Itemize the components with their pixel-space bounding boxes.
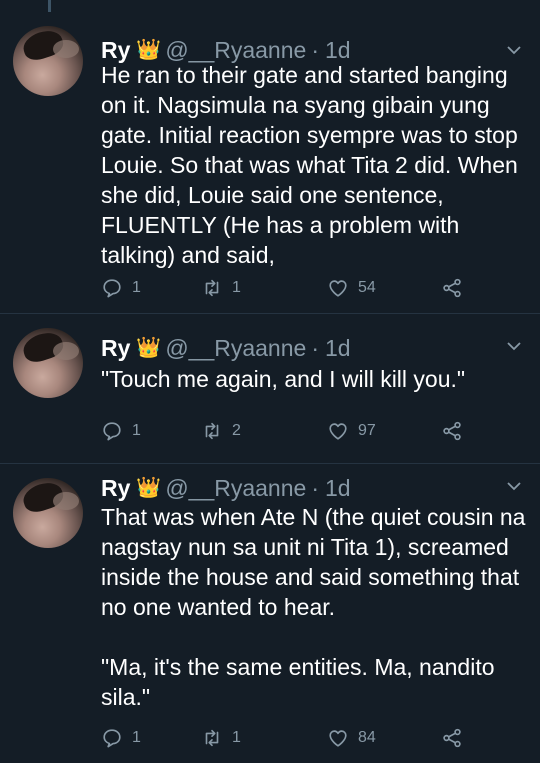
tweet-actions: 1 1 84 [101, 725, 481, 751]
share-button[interactable] [441, 727, 472, 749]
separator-dot: · [311, 335, 319, 361]
tweet-header: Ry 👑 @__Ryaanne · 1d [101, 334, 351, 362]
retweet-button[interactable]: 1 [201, 727, 241, 749]
retweet-icon [205, 279, 219, 297]
reply-icon [103, 422, 121, 441]
chevron-down-icon[interactable] [504, 40, 524, 60]
like-count: 97 [358, 422, 376, 439]
tweet-actions: 1 1 54 [101, 275, 481, 301]
reply-button[interactable]: 1 [101, 277, 141, 299]
like-icon [329, 423, 347, 440]
share-icon [443, 278, 461, 298]
tweet[interactable]: Ry 👑 @__Ryaanne · 1d That was when Ate N… [0, 464, 540, 763]
retweet-button[interactable]: 1 [201, 277, 241, 299]
tweet-text: "Touch me again, and I will kill you." [101, 366, 466, 392]
like-button[interactable]: 97 [327, 420, 376, 442]
avatar[interactable] [13, 26, 83, 96]
reply-icon [103, 729, 121, 748]
reply-count: 1 [132, 279, 141, 296]
tweet-text: That was when Ate N (the quiet cousin na… [101, 504, 526, 710]
timestamp[interactable]: 1d [325, 474, 351, 502]
reply-button[interactable]: 1 [101, 727, 141, 749]
like-icon [329, 280, 347, 297]
share-button[interactable] [441, 277, 472, 299]
tweet-header: Ry 👑 @__Ryaanne · 1d [101, 474, 351, 502]
like-button[interactable]: 54 [327, 277, 376, 299]
separator-dot: · [311, 475, 319, 501]
thread-connector [48, 0, 51, 12]
like-count: 54 [358, 279, 376, 296]
like-button[interactable]: 84 [327, 727, 376, 749]
retweet-count: 1 [232, 279, 241, 296]
reply-count: 1 [132, 729, 141, 746]
chevron-down-icon[interactable] [504, 336, 524, 356]
retweet-count: 1 [232, 729, 241, 746]
username[interactable]: @__Ryaanne [165, 334, 306, 362]
retweet-icon [205, 422, 219, 440]
share-icon [443, 421, 461, 441]
username[interactable]: @__Ryaanne [165, 474, 306, 502]
reply-count: 1 [132, 422, 141, 439]
tweet-text: He ran to their gate and started banging… [101, 62, 518, 268]
avatar[interactable] [13, 328, 83, 398]
chevron-down-icon[interactable] [504, 476, 524, 496]
crown-emoji-icon: 👑 [136, 477, 162, 499]
reply-icon [103, 279, 121, 298]
tweet[interactable]: Ry 👑 @__Ryaanne · 1d "Touch me again, an… [0, 314, 540, 464]
crown-emoji-icon: 👑 [136, 337, 162, 359]
share-icon [443, 728, 461, 748]
display-name[interactable]: Ry [101, 334, 130, 362]
display-name[interactable]: Ry [101, 474, 130, 502]
tweet[interactable]: Ry 👑 @__Ryaanne · 1d He ran to their gat… [0, 12, 540, 314]
avatar[interactable] [13, 478, 83, 548]
like-count: 84 [358, 729, 376, 746]
retweet-icon [205, 729, 219, 747]
retweet-count: 2 [232, 422, 241, 439]
timestamp[interactable]: 1d [325, 334, 351, 362]
retweet-button[interactable]: 2 [201, 420, 241, 442]
tweet-actions: 1 2 97 [101, 418, 481, 444]
like-icon [329, 730, 347, 747]
share-button[interactable] [441, 420, 472, 442]
reply-button[interactable]: 1 [101, 420, 141, 442]
